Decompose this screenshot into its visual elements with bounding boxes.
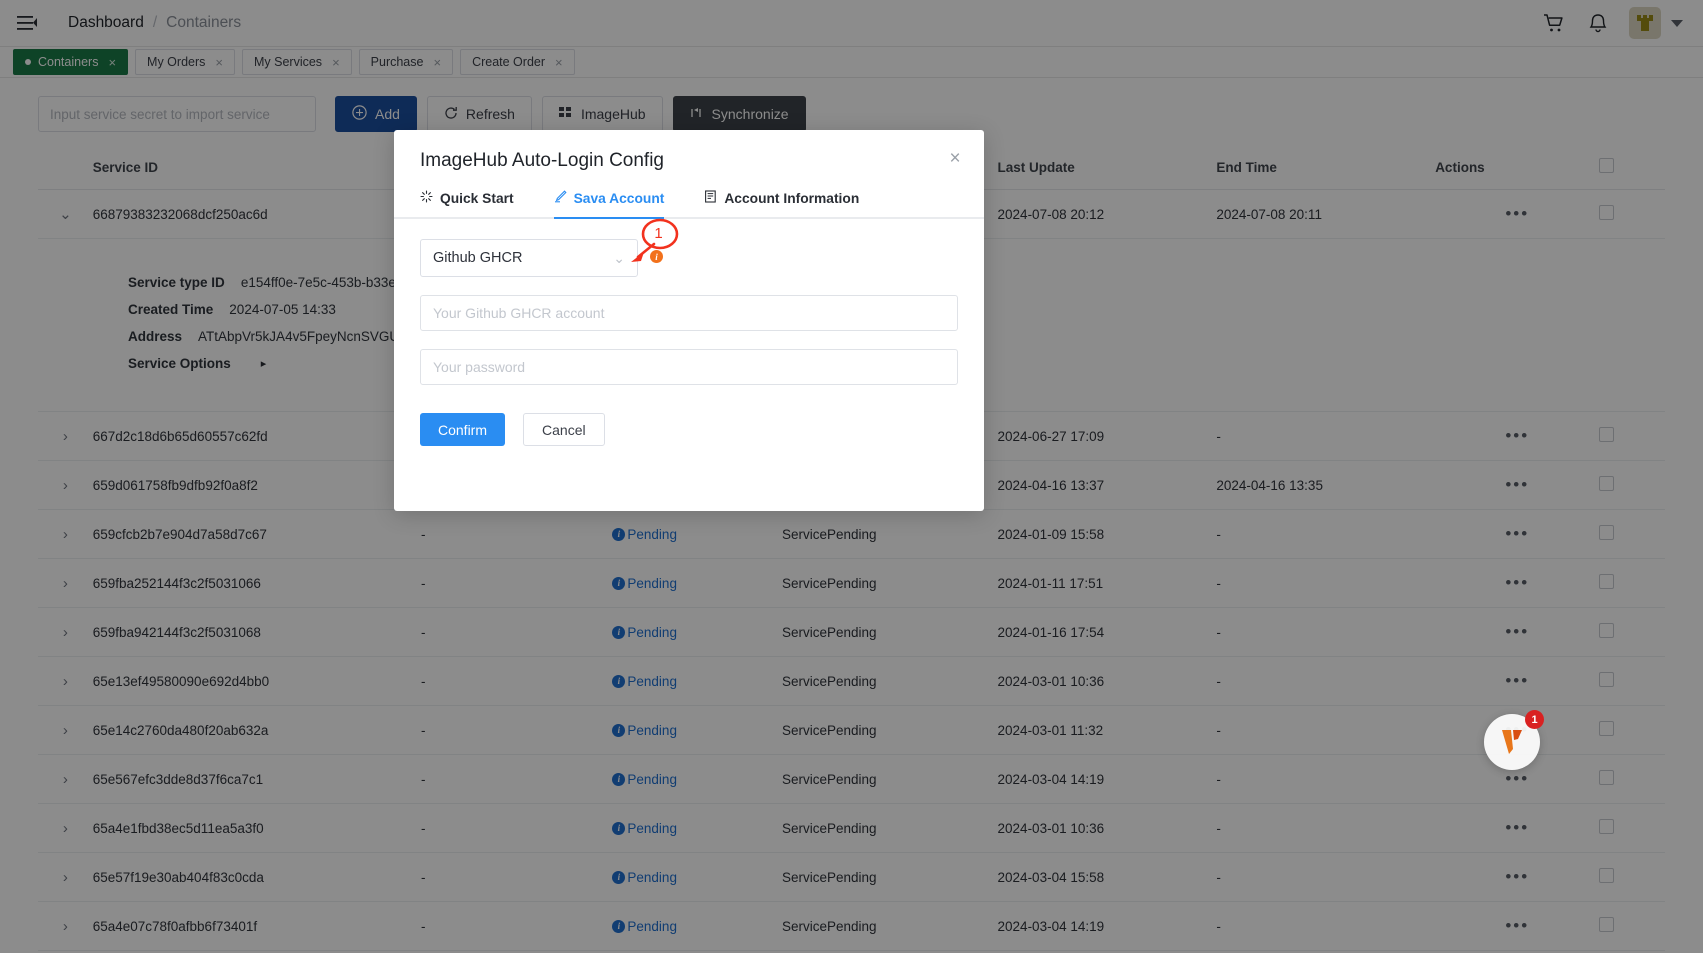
- modal-tab-label: Account Information: [724, 190, 860, 206]
- modal-tab-bar: Quick Start Sava Account Account Informa…: [394, 190, 984, 219]
- modal-actions: Confirm Cancel: [420, 413, 958, 446]
- close-icon[interactable]: ×: [944, 148, 966, 170]
- notification-badge: 1: [1525, 710, 1544, 729]
- floating-assistant-button[interactable]: 1: [1484, 710, 1544, 770]
- modal-title: ImageHub Auto-Login Config: [420, 150, 664, 171]
- tab-account-information[interactable]: Account Information: [704, 190, 859, 217]
- cancel-button[interactable]: Cancel: [523, 413, 605, 446]
- modal-body: Github GHCR ⌄ Confirm Cancel: [394, 219, 984, 446]
- modal-tab-label: Quick Start: [440, 190, 514, 206]
- confirm-button[interactable]: Confirm: [420, 413, 506, 446]
- imagehub-auto-login-modal: ImageHub Auto-Login Config × Quick Start…: [394, 130, 984, 511]
- tab-quick-start[interactable]: Quick Start: [420, 190, 514, 217]
- v-logo-icon: [1502, 730, 1522, 754]
- modal-tab-label: Sava Account: [573, 190, 665, 206]
- account-input[interactable]: [420, 295, 958, 331]
- chevron-down-icon[interactable]: ⌄: [613, 250, 625, 267]
- document-icon: [704, 190, 717, 206]
- sparkle-icon: [420, 190, 433, 206]
- tab-sava-account[interactable]: Sava Account: [553, 190, 665, 219]
- registry-select[interactable]: Github GHCR ⌄: [420, 239, 638, 277]
- registry-select-value: Github GHCR: [433, 250, 523, 266]
- password-input[interactable]: [420, 349, 958, 385]
- app-root: Dashboard / Containers Containers × My O…: [0, 0, 1703, 953]
- pencil-icon: [554, 190, 567, 206]
